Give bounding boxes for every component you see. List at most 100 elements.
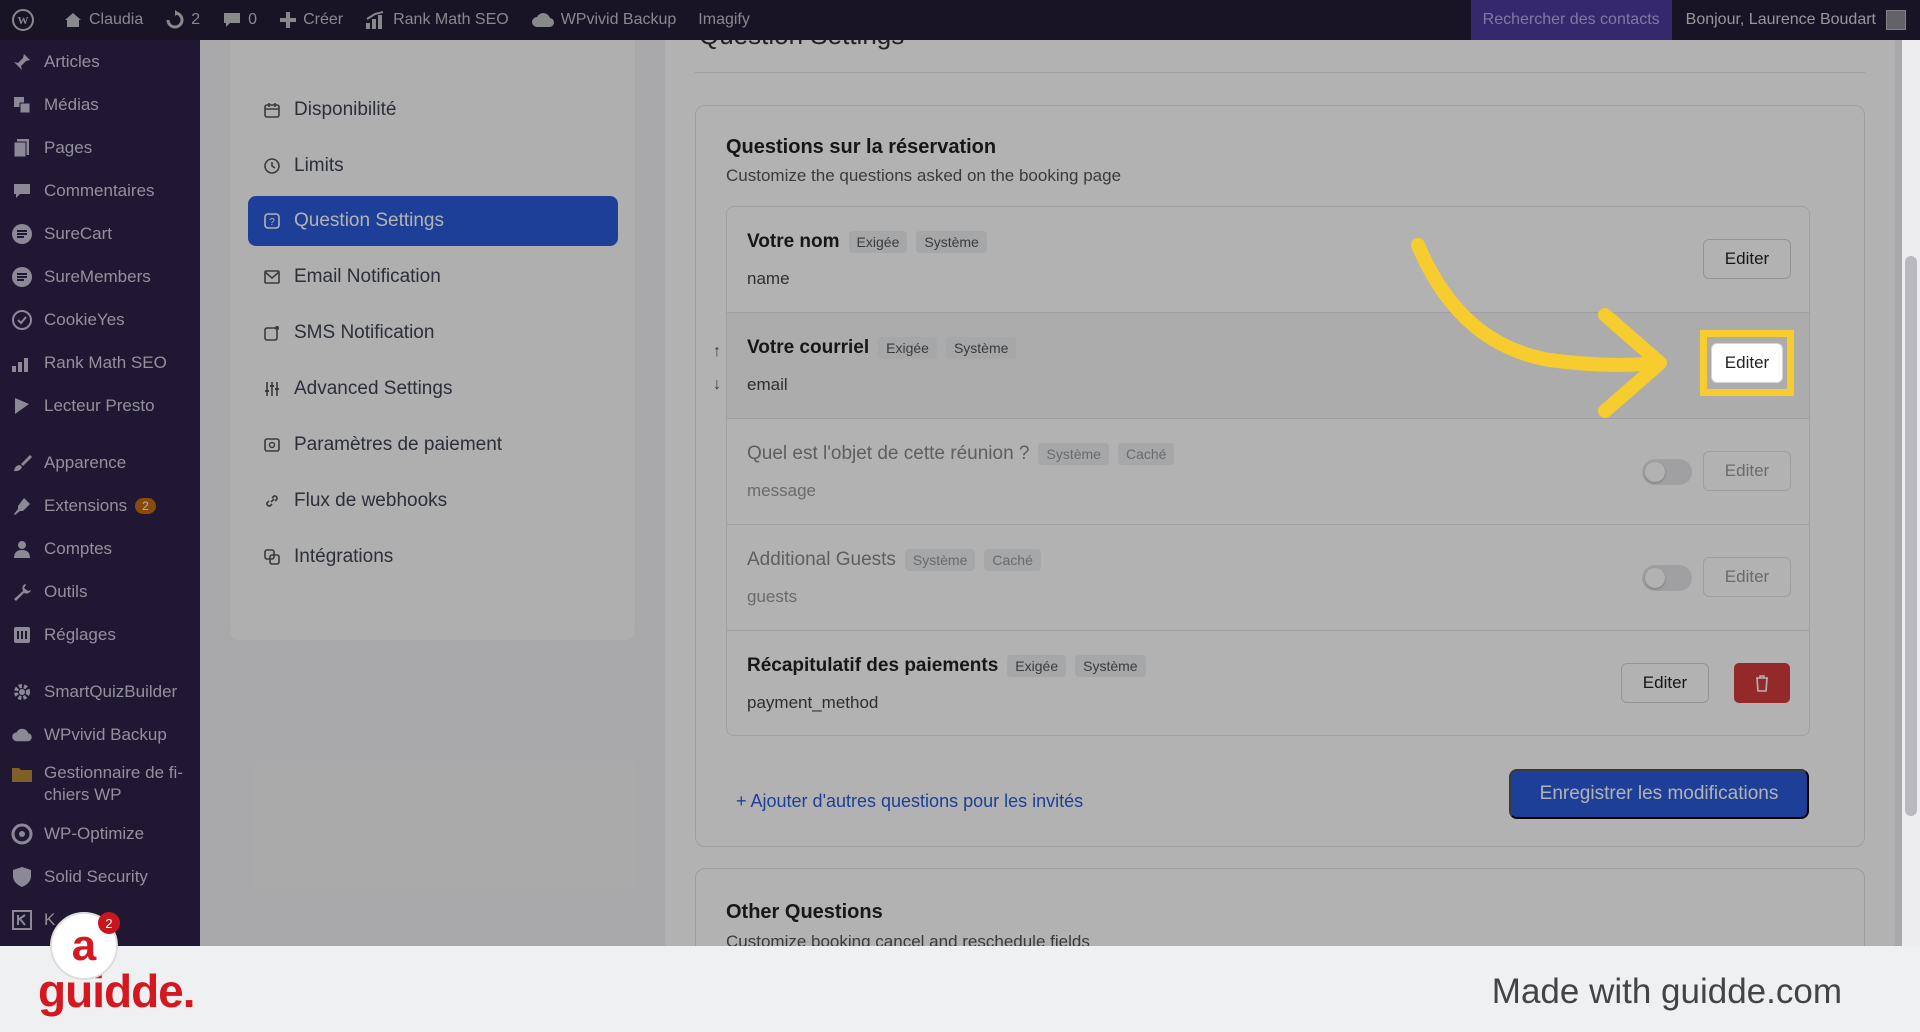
nav-item-label: Limits: [294, 155, 344, 176]
avatar: [1886, 10, 1906, 30]
nav-item-disponibilite[interactable]: Disponibilité: [248, 85, 618, 135]
sidebar-item-smartquizbuilder[interactable]: SmartQuizBuilder: [0, 670, 200, 713]
sidebar-item-solid-security[interactable]: Solid Security: [0, 855, 200, 898]
rankmath-link[interactable]: Rank Math SEO: [354, 0, 520, 40]
sidebar-item-label: K: [44, 909, 56, 929]
sidebar-item-label: Outils: [44, 581, 88, 601]
question-key: message: [747, 481, 816, 500]
visibility-toggle[interactable]: [1642, 459, 1692, 485]
account-menu[interactable]: Bonjour, Laurence Boudart: [1672, 0, 1920, 40]
pages-icon: [10, 136, 34, 160]
sidebar-item-label: CookieYes: [44, 309, 125, 329]
svg-text:?: ?: [269, 217, 275, 228]
rankmath-label: Rank Math SEO: [393, 11, 509, 28]
question-name: Récapitulatif des paiements Exigée Systè…: [747, 655, 1146, 677]
nav-item-integrations[interactable]: Intégrations: [248, 532, 618, 582]
sidebar-item-cookieyes[interactable]: CookieYes: [0, 298, 200, 341]
sidebar-item-commentaires[interactable]: Commentaires: [0, 169, 200, 212]
updates-link[interactable]: 2: [154, 0, 211, 40]
edit-button[interactable]: Editer: [1703, 239, 1791, 279]
sidebar-item-label: Médias: [44, 94, 99, 114]
arrow-up-icon[interactable]: ↑: [713, 335, 721, 368]
question-label: Additional Guests: [747, 549, 896, 570]
rankmath-icon: [366, 11, 384, 29]
wpvivid-link[interactable]: WPvivid Backup: [520, 0, 688, 40]
comments-count: 0: [248, 11, 258, 28]
delete-button[interactable]: [1734, 663, 1790, 703]
refresh-icon: [166, 10, 184, 29]
sidebar-item-wpvivid[interactable]: WPvivid Backup: [0, 713, 200, 756]
comments-link[interactable]: 0: [211, 0, 268, 40]
rankmath-icon: [10, 351, 34, 375]
sidebar-item-outils[interactable]: Outils: [0, 570, 200, 613]
arrow-down-icon[interactable]: ↓: [713, 368, 721, 401]
scrollbar[interactable]: [1902, 40, 1920, 946]
sidebar-item-pages[interactable]: Pages: [0, 126, 200, 169]
question-key: payment_method: [747, 693, 879, 712]
search-contacts-label: Rechercher des contacts: [1482, 11, 1660, 28]
create-link[interactable]: Créer: [268, 0, 354, 40]
sidebar-item-extensions[interactable]: Extensions 2: [0, 484, 200, 527]
clock-icon: [262, 156, 282, 176]
edit-button[interactable]: Editer: [1703, 451, 1791, 491]
sidebar-item-file-manager[interactable]: Gestionnaire de fi- chiers WP: [0, 756, 200, 812]
required-tag: Exigée: [848, 231, 908, 253]
updates-count: 2: [191, 11, 201, 28]
brush-icon: [10, 451, 34, 475]
sidebar-item-lecteur-presto[interactable]: Lecteur Presto: [0, 384, 200, 427]
nav-item-email-notification[interactable]: Email Notification: [248, 252, 618, 302]
sidebar-item-label: SureCart: [44, 223, 113, 243]
site-name: Claudia: [89, 11, 144, 28]
wrench-icon: [10, 580, 34, 604]
nav-item-payment-settings[interactable]: Paramètres de paiement: [248, 420, 618, 470]
question-label: Votre courriel: [747, 337, 870, 358]
sidebar-item-reglages[interactable]: Réglages: [0, 613, 200, 656]
sidebar-item-suremembers[interactable]: SureMembers: [0, 255, 200, 298]
question-settings-panel: Question Settings Questions sur la réser…: [665, 40, 1895, 946]
nav-item-question-settings[interactable]: ? Question Settings: [248, 196, 618, 246]
save-button[interactable]: Enregistrer les modifications: [1509, 769, 1809, 819]
sidebar-item-label: Apparence: [44, 452, 127, 472]
scrollbar-thumb[interactable]: [1905, 256, 1917, 816]
sidebar-item-surecart[interactable]: SureCart: [0, 212, 200, 255]
nav-item-webhooks[interactable]: Flux de webhooks: [248, 476, 618, 526]
sidebar-item-label: Pages: [44, 137, 93, 157]
sidebar-item-comptes[interactable]: Comptes: [0, 527, 200, 570]
sms-icon: [262, 323, 282, 343]
nav-item-advanced-settings[interactable]: Advanced Settings: [248, 364, 618, 414]
visibility-toggle[interactable]: [1642, 565, 1692, 591]
sidebar-item-apparence[interactable]: Apparence: [0, 441, 200, 484]
sidebar-item-label: SmartQuizBuilder: [44, 681, 178, 701]
edit-button[interactable]: Editer: [1703, 557, 1791, 597]
home-icon: [65, 13, 81, 27]
imagify-link[interactable]: Imagify: [687, 0, 761, 40]
plugin-icon: [10, 494, 34, 518]
shield-icon: [10, 865, 34, 889]
wordpress-logo-icon[interactable]: W: [0, 0, 52, 40]
question-key: email: [747, 375, 788, 394]
add-question-link[interactable]: + Ajouter d'autres questions pour les in…: [736, 791, 1083, 812]
admin-bar: W Claudia 2 0 Créer Rank Math SEO WPvivi…: [0, 0, 1920, 40]
edit-button[interactable]: Editer: [1621, 663, 1709, 703]
sidebar-item-label: WPvivid Backup: [44, 724, 167, 744]
admin-sidebar: Articles Médias Pages Commentaires SureC…: [0, 40, 200, 946]
reorder-arrows[interactable]: ↑ ↓: [713, 335, 721, 401]
nav-item-sms-notification[interactable]: SMS Notification: [248, 308, 618, 358]
gear-icon: [10, 680, 34, 704]
sidebar-item-articles[interactable]: Articles: [0, 40, 200, 83]
sidebar-item-wp-optimize[interactable]: WP-Optimize: [0, 812, 200, 855]
nav-item-label: Email Notification: [294, 266, 441, 287]
edit-email-button[interactable]: Editer: [1711, 343, 1783, 383]
nav-item-limits[interactable]: Limits: [248, 141, 618, 191]
question-label: Votre nom: [747, 231, 840, 252]
search-contacts-button[interactable]: Rechercher des contacts: [1470, 0, 1672, 40]
sidebar-item-medias[interactable]: Médias: [0, 83, 200, 126]
extensions-badge: 2: [135, 497, 156, 514]
system-tag: Système: [945, 337, 1017, 359]
sidebar-item-label: SureMembers: [44, 266, 151, 286]
question-name: Quel est l'objet de cette réunion ? Syst…: [747, 443, 1175, 465]
user-icon: [10, 537, 34, 561]
notification-badge: 2: [98, 912, 120, 934]
sidebar-item-rankmath[interactable]: Rank Math SEO: [0, 341, 200, 384]
site-name-link[interactable]: Claudia: [52, 0, 154, 40]
